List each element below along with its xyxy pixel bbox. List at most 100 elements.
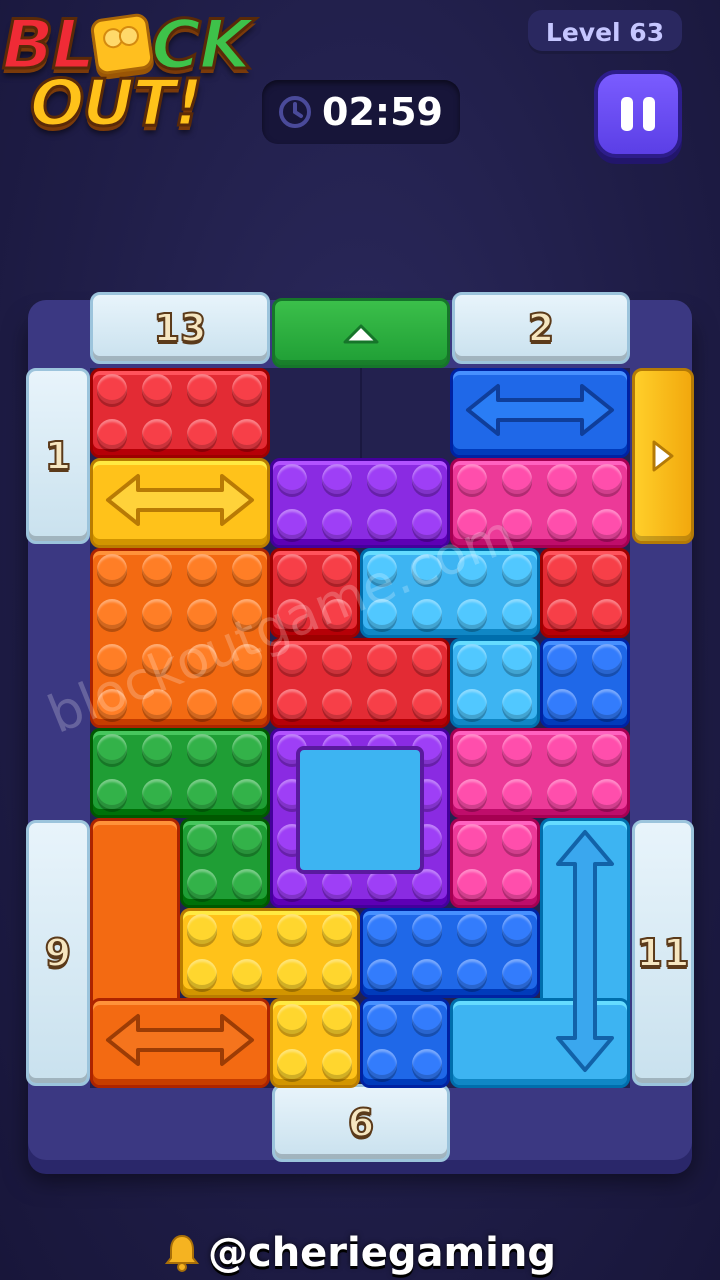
stud <box>187 869 217 899</box>
stud <box>232 374 262 404</box>
stud <box>367 1049 397 1079</box>
exit-counter: 9 <box>44 930 72 976</box>
stud <box>232 959 262 989</box>
stud <box>367 509 397 539</box>
stud <box>232 554 262 584</box>
exit-counter: 13 <box>153 305 208 351</box>
stud <box>457 959 487 989</box>
logo-line-2: OUT! <box>28 67 204 141</box>
arrow-right-icon <box>652 440 674 472</box>
stud <box>457 734 487 764</box>
stud <box>187 734 217 764</box>
exit-bottom: 6 <box>272 1084 450 1162</box>
arrow-up-icon <box>343 324 379 344</box>
exit-left-bottom: 9 <box>26 820 90 1086</box>
stud <box>322 1049 352 1079</box>
stud <box>322 1004 352 1034</box>
stud <box>502 464 532 494</box>
stud <box>367 644 397 674</box>
pause-button[interactable] <box>594 70 682 158</box>
stud <box>232 824 262 854</box>
stud <box>412 689 442 719</box>
stud <box>502 824 532 854</box>
stud <box>97 374 127 404</box>
stud <box>412 644 442 674</box>
exit-top-right: 2 <box>452 292 630 364</box>
exit-counter: 2 <box>527 305 555 351</box>
stud <box>502 689 532 719</box>
stud <box>97 734 127 764</box>
stud <box>547 644 577 674</box>
double-arrow-horizontal-icon <box>106 1014 254 1066</box>
stud <box>232 779 262 809</box>
stud <box>502 644 532 674</box>
stud <box>457 824 487 854</box>
stud <box>457 914 487 944</box>
exit-right-bottom: 11 <box>632 820 694 1086</box>
stud <box>322 689 352 719</box>
pause-icon <box>621 97 633 131</box>
stud <box>142 554 172 584</box>
stud <box>142 599 172 629</box>
stud <box>322 464 352 494</box>
stud <box>547 779 577 809</box>
stud <box>187 959 217 989</box>
stud <box>547 689 577 719</box>
stud <box>142 734 172 764</box>
stud <box>277 1004 307 1034</box>
stud <box>277 1049 307 1079</box>
creator-handle: @cheriegaming <box>0 1230 720 1276</box>
stud <box>142 419 172 449</box>
stud <box>592 599 622 629</box>
stud <box>232 734 262 764</box>
stud <box>97 554 127 584</box>
game-logo: BL CK OUT! <box>0 0 264 150</box>
clock-icon <box>279 96 311 128</box>
stud <box>412 599 442 629</box>
stud <box>97 779 127 809</box>
stud <box>412 464 442 494</box>
stud <box>277 689 307 719</box>
exit-top-green <box>272 298 450 368</box>
stud <box>457 779 487 809</box>
exit-top-left: 13 <box>90 292 270 364</box>
exit-counter: 11 <box>636 930 691 976</box>
stud <box>457 464 487 494</box>
stud <box>187 824 217 854</box>
stud <box>457 644 487 674</box>
stud <box>142 374 172 404</box>
stud <box>367 1004 397 1034</box>
stud <box>277 554 307 584</box>
double-arrow-horizontal-icon <box>466 384 614 436</box>
timer: 02:59 <box>262 80 460 144</box>
stud <box>412 1049 442 1079</box>
stud <box>367 959 397 989</box>
stud <box>232 869 262 899</box>
stud <box>547 509 577 539</box>
exit-right-yellow <box>632 368 694 544</box>
stud <box>97 419 127 449</box>
stud <box>592 464 622 494</box>
stud <box>322 914 352 944</box>
stud <box>412 959 442 989</box>
stud <box>232 914 262 944</box>
stud <box>502 869 532 899</box>
stud <box>592 779 622 809</box>
double-arrow-horizontal-icon <box>106 474 254 526</box>
stud <box>592 734 622 764</box>
level-indicator: Level 63 <box>528 10 682 54</box>
stud <box>547 599 577 629</box>
stud <box>277 464 307 494</box>
stud <box>367 464 397 494</box>
stud <box>592 554 622 584</box>
stud <box>502 914 532 944</box>
stud <box>187 419 217 449</box>
stud <box>142 779 172 809</box>
stud <box>97 599 127 629</box>
stud <box>592 689 622 719</box>
stud <box>592 509 622 539</box>
stud <box>232 689 262 719</box>
stud <box>457 869 487 899</box>
stud <box>277 959 307 989</box>
stud <box>412 1004 442 1034</box>
